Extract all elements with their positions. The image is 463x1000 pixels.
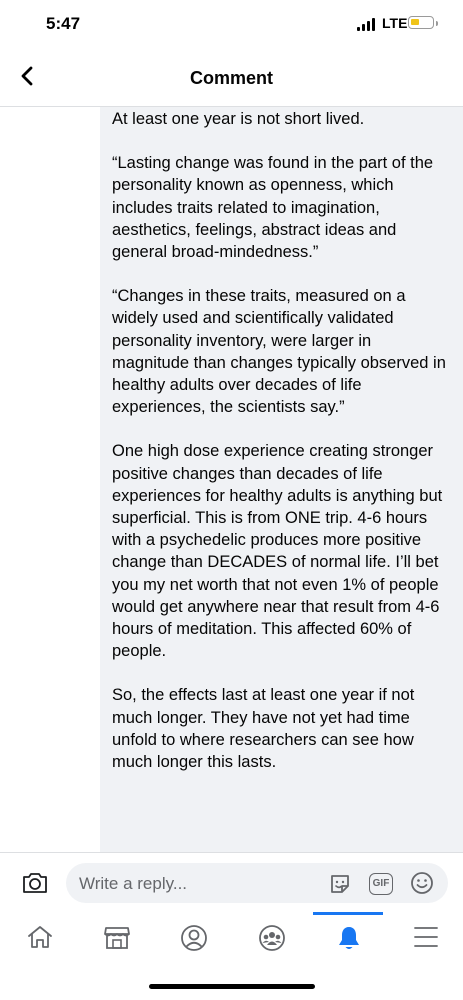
- status-bar: 5:47 LTE: [0, 0, 463, 50]
- emoji-button[interactable]: [410, 871, 434, 895]
- home-icon: [28, 926, 52, 948]
- home-indicator[interactable]: [149, 984, 315, 989]
- comment-paragraph: At least one year is not short lived.: [112, 110, 365, 128]
- tab-notifications[interactable]: [313, 912, 383, 964]
- bell-icon: [339, 927, 359, 949]
- reply-bar: Write a reply... GIF: [0, 852, 463, 913]
- comment-paragraph: So, the effects last at least one year i…: [112, 686, 415, 772]
- profile-icon: [181, 925, 207, 951]
- marketplace-icon: [104, 927, 130, 949]
- emoji-icon: [411, 872, 433, 894]
- comment-text: At least one year is not short lived. “L…: [112, 108, 452, 795]
- tab-groups[interactable]: [236, 912, 306, 964]
- tab-bar: [0, 912, 463, 964]
- battery-icon: [408, 16, 438, 29]
- status-time: 5:47: [46, 14, 81, 33]
- signal-icon: [357, 17, 377, 31]
- active-tab-indicator: [313, 912, 383, 915]
- menu-icon: [414, 927, 438, 947]
- page-title: Comment: [189, 68, 273, 88]
- camera-icon: [23, 873, 47, 893]
- reply-input[interactable]: Write a reply... GIF: [66, 863, 448, 903]
- nav-header: Comment: [0, 50, 463, 107]
- gif-button[interactable]: GIF: [369, 873, 393, 895]
- sticker-icon: [331, 875, 349, 893]
- camera-button[interactable]: [21, 871, 49, 895]
- tab-marketplace[interactable]: [81, 912, 151, 964]
- comment-paragraph: “Lasting change was found in the part of…: [112, 154, 434, 262]
- comment-paragraph: One high dose experience creating strong…: [112, 442, 443, 661]
- network-type: LTE: [382, 15, 408, 31]
- tab-profile[interactable]: [158, 912, 228, 964]
- sticker-button[interactable]: [328, 872, 352, 896]
- groups-icon: [259, 925, 285, 951]
- tab-menu[interactable]: [390, 912, 460, 964]
- reply-placeholder: Write a reply...: [79, 874, 188, 893]
- comment-paragraph: “Changes in these traits, measured on a …: [112, 287, 446, 417]
- tab-home[interactable]: [4, 912, 74, 964]
